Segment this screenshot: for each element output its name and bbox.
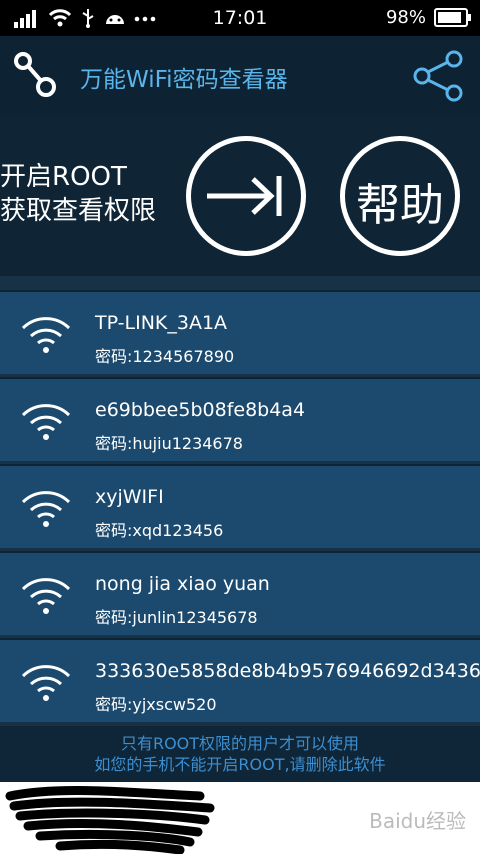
wifi-ssid: e69bbee5b08fe8b4a4 [95, 399, 306, 421]
app-header: 万能WiFi密码查看器 [0, 36, 480, 116]
notice-line-1: 只有ROOT权限的用户才可以使用 [120, 734, 360, 753]
bottom-area: Baidu经验 [0, 782, 480, 854]
wifi-ssid: xyjWIFI [95, 486, 164, 508]
battery-icon [434, 8, 471, 27]
status-right: 98% [385, 7, 471, 28]
wifi-icon [21, 317, 71, 353]
wifi-icon [21, 578, 71, 614]
battery-percent: 98% [385, 7, 426, 28]
enable-root-button[interactable] [186, 136, 306, 256]
baidu-watermark: Baidu经验 [369, 809, 466, 833]
wifi-list-item[interactable]: xyjWIFI 密码:xqd123456 [0, 464, 480, 548]
key-icon[interactable] [12, 50, 62, 102]
wifi-password: 密码:junlin12345678 [95, 608, 258, 627]
wifi-password: 密码:yjxscw520 [95, 695, 217, 714]
share-icon[interactable] [412, 50, 468, 102]
wifi-list-item[interactable]: 333630e5858de8b4b9576946692d3436 密码:yjxs… [0, 638, 480, 722]
wifi-list: TP-LINK_3A1A 密码:1234567890 e69bbee5b08fe… [0, 276, 480, 726]
wifi-ssid: TP-LINK_3A1A [95, 312, 228, 334]
root-panel: 开启ROOT 获取查看权限 帮助 [0, 116, 480, 276]
wifi-ssid: nong jia xiao yuan [95, 573, 270, 595]
arrow-right-icon [207, 176, 282, 216]
help-button[interactable]: 帮助 [340, 136, 460, 256]
app-title: 万能WiFi密码查看器 [80, 67, 288, 93]
root-notice: 只有ROOT权限的用户才可以使用 如您的手机不能开启ROOT,请删除此软件 [0, 726, 480, 782]
wifi-password: 密码:hujiu1234678 [95, 434, 243, 453]
root-line-1: 开启ROOT [0, 162, 127, 192]
notice-line-2: 如您的手机不能开启ROOT,请删除此软件 [94, 755, 386, 774]
root-line-2: 获取查看权限 [0, 196, 157, 226]
wifi-list-item[interactable]: nong jia xiao yuan 密码:junlin12345678 [0, 551, 480, 635]
wifi-password: 密码:xqd123456 [95, 521, 224, 540]
wifi-list-item[interactable]: TP-LINK_3A1A 密码:1234567890 [0, 290, 480, 374]
wifi-list-item[interactable]: e69bbee5b08fe8b4a4 密码:hujiu1234678 [0, 377, 480, 461]
wifi-icon [21, 665, 71, 701]
wifi-ssid: 333630e5858de8b4b9576946692d3436 [95, 660, 480, 682]
redaction-scribble [5, 786, 215, 854]
wifi-icon [21, 491, 71, 527]
help-label: 帮助 [356, 180, 444, 231]
root-instructions: 开启ROOT 获取查看权限 [0, 160, 156, 228]
status-bar: 17:01 98% [0, 0, 480, 36]
wifi-password: 密码:1234567890 [95, 347, 235, 366]
wifi-icon [21, 404, 71, 440]
